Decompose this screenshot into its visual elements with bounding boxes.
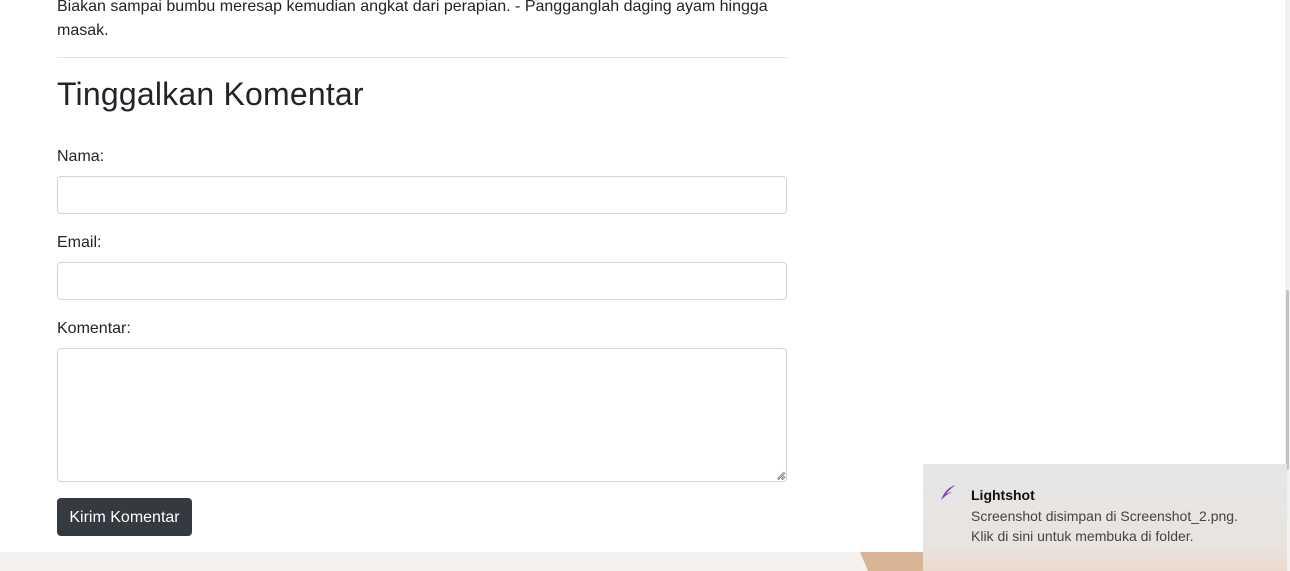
page: Biakan sampai bumbu meresap kemudian ang…: [0, 0, 1290, 571]
feather-icon: [941, 485, 955, 500]
resize-grip-icon[interactable]: [775, 470, 785, 480]
comment-textarea[interactable]: [57, 348, 787, 482]
article-paragraph: Biakan sampai bumbu meresap kemudian ang…: [57, 0, 768, 39]
notification-title: Lightshot: [971, 487, 1035, 503]
name-label: Nama:: [57, 148, 105, 165]
email-input[interactable]: [57, 262, 787, 300]
email-label: Email:: [57, 234, 102, 251]
notification-message: Screenshot disimpan di Screenshot_2.png.…: [971, 508, 1238, 544]
section-divider: [57, 57, 787, 58]
name-input[interactable]: [57, 176, 787, 214]
lightshot-notification[interactable]: Lightshot Screenshot disimpan di Screens…: [923, 464, 1287, 571]
scrollbar-thumb[interactable]: [1286, 290, 1289, 470]
comment-form-heading: Tinggalkan Komentar: [57, 76, 364, 112]
submit-comment-button[interactable]: Kirim Komentar: [57, 498, 192, 536]
comment-label: Komentar:: [57, 320, 131, 337]
